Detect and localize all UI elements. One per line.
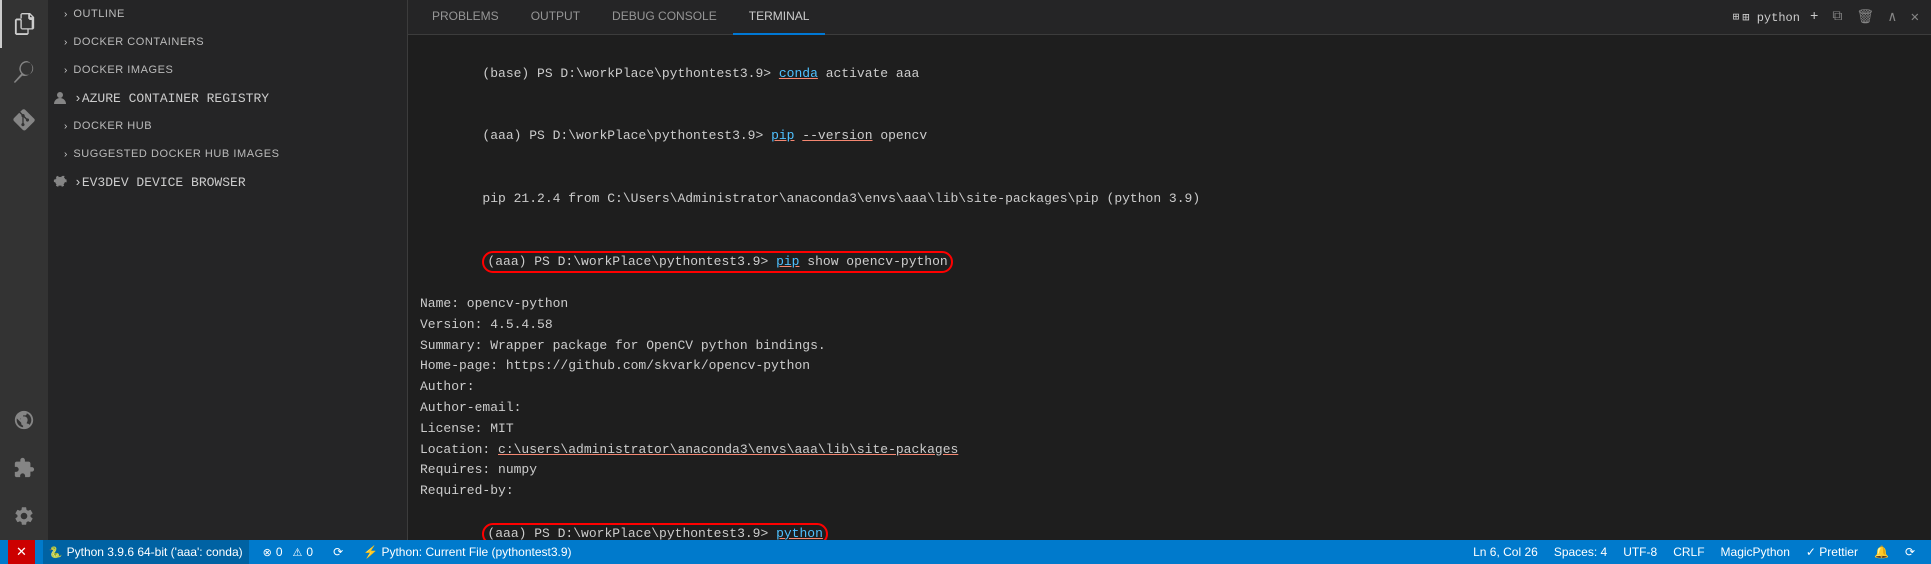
git-icon[interactable] (0, 96, 48, 144)
term-line: Home-page: https://github.com/skvark/ope… (420, 356, 1919, 377)
term-line: Location: c:\users\administrator\anacond… (420, 440, 1919, 461)
chevron-icon: › (64, 37, 67, 48)
status-bar-right: Ln 6, Col 26 Spaces: 4 UTF-8 CRLF MagicP… (1465, 540, 1923, 564)
settings-icon[interactable] (0, 492, 48, 540)
status-prettier[interactable]: ✓ Prettier (1798, 540, 1866, 564)
term-line: pip 21.2.4 from C:\Users\Administrator\a… (420, 168, 1919, 230)
tab-problems[interactable]: PROBLEMS (416, 0, 515, 35)
terminal-split-button[interactable]: ⧉ (1828, 9, 1846, 25)
sidebar-item-label: EV3DEV DEVICE BROWSER (82, 175, 246, 190)
chevron-icon: › (64, 121, 67, 132)
terminal-expand-button[interactable]: ∧ (1884, 9, 1900, 26)
term-line: License: MIT (420, 419, 1919, 440)
tab-output[interactable]: OUTPUT (515, 0, 596, 35)
status-python-file[interactable]: ⚡ Python: Current File (pythontest3.9) (357, 540, 577, 564)
status-spaces[interactable]: Spaces: 4 (1546, 540, 1615, 564)
activity-bar (0, 0, 48, 540)
sidebar-item-azure-container-registry[interactable]: › AZURE CONTAINER REGISTRY (48, 84, 407, 112)
sidebar-item-label: DOCKER IMAGES (73, 64, 173, 76)
term-line: (aaa) PS D:\workPlace\pythontest3.9> pyt… (420, 502, 1919, 540)
explorer-icon[interactable] (0, 0, 48, 48)
status-line-ending[interactable]: CRLF (1665, 540, 1712, 564)
terminal-trash-button[interactable]: 🗑 (1852, 9, 1878, 26)
extensions-icon[interactable] (0, 444, 48, 492)
status-errors[interactable]: ⊗ 0 ⚠ 0 (257, 540, 319, 564)
error-icon: ⊗ (263, 546, 272, 559)
status-ln-col[interactable]: Ln 6, Col 26 (1465, 540, 1546, 564)
sidebar-item-suggested-docker-hub-images[interactable]: › SUGGESTED DOCKER HUB IMAGES (48, 140, 407, 168)
sidebar-item-ev3dev[interactable]: › EV3DEV DEVICE BROWSER (48, 168, 407, 196)
python-icon: 🐍 (49, 546, 63, 559)
terminal-close-button[interactable]: ✕ (1907, 9, 1923, 26)
terminal-tab-bar: PROBLEMS OUTPUT DEBUG CONSOLE TERMINAL ⊞… (408, 0, 1931, 35)
gear-icon (48, 170, 72, 194)
term-line: (aaa) PS D:\workPlace\pythontest3.9> pip… (420, 230, 1919, 294)
sidebar-item-label: DOCKER HUB (73, 120, 152, 132)
sidebar-item-docker-containers[interactable]: › DOCKER CONTAINERS (48, 28, 407, 56)
status-bar-left: ✕ 🐍 Python 3.9.6 64-bit ('aaa': conda) ⊗… (8, 540, 578, 564)
status-error-icon[interactable]: ✕ (8, 540, 35, 564)
tab-debug-console[interactable]: DEBUG CONSOLE (596, 0, 733, 35)
sidebar-item-docker-hub[interactable]: › DOCKER HUB (48, 112, 407, 140)
status-sync[interactable]: ⟳ (1897, 540, 1923, 564)
chevron-icon: › (64, 65, 67, 76)
terminal-actions: ⊞ ⊞ python + ⧉ 🗑 ∧ ✕ (1733, 9, 1923, 26)
terminal-area: PROBLEMS OUTPUT DEBUG CONSOLE TERMINAL ⊞… (408, 0, 1931, 540)
status-language[interactable]: MagicPython (1713, 540, 1798, 564)
sidebar: › OUTLINE › DOCKER CONTAINERS › DOCKER I… (48, 0, 408, 540)
sidebar-item-label: DOCKER CONTAINERS (73, 36, 204, 48)
person-icon (48, 86, 72, 110)
sidebar-item-label: AZURE CONTAINER REGISTRY (82, 91, 269, 106)
status-python-env[interactable]: 🐍 Python 3.9.6 64-bit ('aaa': conda) (43, 540, 249, 564)
term-line: Summary: Wrapper package for OpenCV pyth… (420, 336, 1919, 357)
chevron-icon: › (64, 9, 67, 20)
status-git[interactable]: ⟳ (327, 540, 349, 564)
sidebar-item-label: OUTLINE (73, 8, 125, 20)
tab-terminal[interactable]: TERMINAL (733, 0, 826, 35)
terminal-plus-button[interactable]: + (1806, 9, 1822, 25)
warning-icon: ⚠ (293, 546, 303, 559)
term-line: Author-email: (420, 398, 1919, 419)
terminal-content[interactable]: (base) PS D:\workPlace\pythontest3.9> co… (408, 35, 1931, 540)
sidebar-item-label: SUGGESTED DOCKER HUB IMAGES (73, 148, 279, 160)
chevron-icon: › (74, 175, 82, 190)
sidebar-item-outline[interactable]: › OUTLINE (48, 0, 407, 28)
term-line: (base) PS D:\workPlace\pythontest3.9> co… (420, 43, 1919, 105)
term-line: (aaa) PS D:\workPlace\pythontest3.9> pip… (420, 105, 1919, 167)
terminal-python-label: ⊞ ⊞ python (1733, 10, 1800, 25)
status-encoding[interactable]: UTF-8 (1615, 540, 1665, 564)
term-line: Author: (420, 377, 1919, 398)
status-bell[interactable]: 🔔 (1866, 540, 1897, 564)
term-line: Requires: numpy (420, 460, 1919, 481)
sidebar-item-docker-images[interactable]: › DOCKER IMAGES (48, 56, 407, 84)
term-line: Version: 4.5.4.58 (420, 315, 1919, 336)
search-icon[interactable] (0, 48, 48, 96)
sync-icon: ⟳ (333, 545, 343, 559)
remote-icon[interactable] (0, 396, 48, 444)
term-line: Name: opencv-python (420, 294, 1919, 315)
term-line: Required-by: (420, 481, 1919, 502)
chevron-icon: › (64, 149, 67, 160)
status-bar: ✕ 🐍 Python 3.9.6 64-bit ('aaa': conda) ⊗… (0, 540, 1931, 564)
chevron-icon: › (74, 91, 82, 106)
